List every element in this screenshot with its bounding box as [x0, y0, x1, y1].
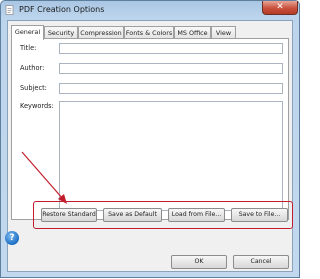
pdf-options-window: PDF Creation Options ✕ General Security …	[0, 0, 300, 278]
annotation-arrow	[21, 151, 67, 204]
tab-general[interactable]: General	[11, 25, 44, 40]
